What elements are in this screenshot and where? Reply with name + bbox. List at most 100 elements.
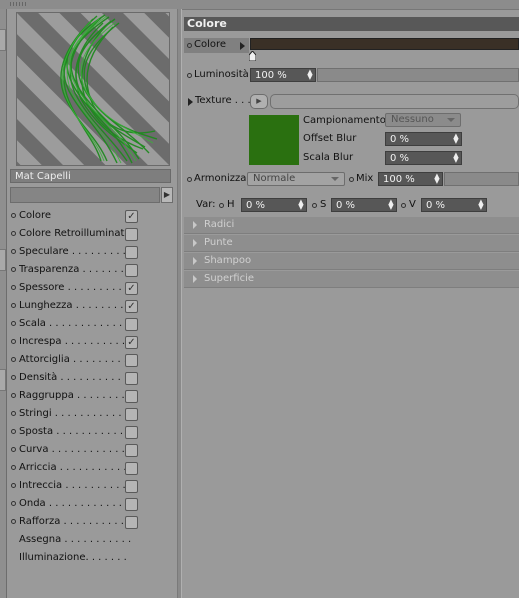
- channel-item[interactable]: Colore Retroilluminato: [11, 226, 176, 244]
- spin-arrows-icon[interactable]: ▲ ▼: [388, 199, 394, 211]
- channel-item[interactable]: Spessore . . . . . . . . . ✓: [11, 280, 176, 298]
- animate-dot-icon: [11, 357, 16, 362]
- hue-label: H: [227, 199, 235, 210]
- channel-item[interactable]: Trasparenza . . . . . . .: [11, 262, 176, 280]
- mix-slider[interactable]: [444, 172, 519, 186]
- spin-arrows-icon[interactable]: ▲ ▼: [307, 69, 313, 81]
- spin-arrows-icon[interactable]: ▲ ▼: [478, 199, 484, 211]
- channel-label: Illuminazione. . . . . . . .: [19, 552, 131, 563]
- collapsed-triangle-icon: [193, 275, 197, 283]
- sampling-label: Campionamento: [303, 115, 386, 126]
- spin-arrows-icon[interactable]: ▲ ▼: [453, 152, 459, 164]
- channel-label: Sposta . . . . . . . . . . .: [19, 426, 124, 437]
- channel-item[interactable]: Intreccia . . . . . . . . . .: [11, 478, 176, 496]
- channel-checkbox[interactable]: [125, 408, 138, 421]
- section-radici[interactable]: Radici: [184, 217, 519, 234]
- animate-dot-icon[interactable]: [401, 203, 406, 208]
- channel-item[interactable]: Sposta . . . . . . . . . . .: [11, 424, 176, 442]
- animate-dot-icon: [11, 339, 16, 344]
- channel-item[interactable]: Arriccia . . . . . . . . . . .: [11, 460, 176, 478]
- section-punte[interactable]: Punte: [184, 235, 519, 252]
- section-shampoo[interactable]: Shampoo: [184, 253, 519, 270]
- luminosity-input[interactable]: 100 % ▲ ▼: [250, 68, 316, 82]
- collapsed-triangle-icon: [193, 257, 197, 265]
- animate-dot-icon: [11, 249, 16, 254]
- channel-label: Scala . . . . . . . . . . . .: [19, 318, 123, 329]
- texture-field[interactable]: [270, 94, 519, 109]
- section-superficie[interactable]: Superficie: [184, 271, 519, 288]
- animate-dot-icon[interactable]: [187, 73, 192, 78]
- hue-input[interactable]: 0 % ▲ ▼: [241, 198, 307, 212]
- spin-arrows-icon[interactable]: ▲ ▼: [453, 133, 459, 145]
- play-arrow-icon[interactable]: ▶: [161, 187, 173, 203]
- grip-icon[interactable]: [10, 2, 26, 6]
- channel-item[interactable]: Increspa . . . . . . . . . . ✓: [11, 334, 176, 352]
- luminosity-slider[interactable]: [317, 68, 519, 82]
- animate-dot-icon[interactable]: [349, 177, 354, 182]
- edge-tab[interactable]: [0, 369, 6, 391]
- expand-triangle-icon[interactable]: [188, 98, 193, 106]
- channel-checkbox[interactable]: [125, 462, 138, 475]
- channel-checkbox[interactable]: [125, 264, 138, 277]
- sampling-dropdown[interactable]: Nessuno: [385, 113, 461, 127]
- animate-dot-icon[interactable]: [187, 177, 192, 182]
- channel-checkbox[interactable]: ✓: [125, 336, 138, 349]
- channel-item[interactable]: Attorciglia . . . . . . . . .: [11, 352, 176, 370]
- channel-checkbox[interactable]: ✓: [125, 210, 138, 223]
- channel-label: Onda . . . . . . . . . . . .: [19, 498, 122, 509]
- channel-label: Assegna . . . . . . . . . . .: [19, 534, 131, 545]
- channel-item[interactable]: Raggruppa . . . . . . . .: [11, 388, 176, 406]
- channel-checkbox[interactable]: [125, 354, 138, 367]
- edge-tab[interactable]: [0, 249, 6, 271]
- channel-checkbox[interactable]: [125, 480, 138, 493]
- mix-input[interactable]: 100 % ▲ ▼: [378, 172, 443, 186]
- channel-item[interactable]: Onda . . . . . . . . . . . .: [11, 496, 176, 514]
- saturation-input[interactable]: 0 % ▲ ▼: [331, 198, 397, 212]
- animate-dot-icon[interactable]: [219, 203, 224, 208]
- material-name-field[interactable]: Mat Capelli: [10, 169, 171, 183]
- panel-divider[interactable]: [177, 9, 182, 598]
- channel-checkbox[interactable]: [125, 444, 138, 457]
- color-bar[interactable]: [250, 38, 519, 50]
- value-input[interactable]: 0 % ▲ ▼: [421, 198, 487, 212]
- channel-checkbox[interactable]: [125, 498, 138, 511]
- luminosity-row: Luminosità 100 % ▲ ▼: [184, 68, 519, 84]
- channel-checkbox[interactable]: [125, 228, 138, 241]
- animate-dot-icon[interactable]: [312, 203, 317, 208]
- channel-item[interactable]: Scala . . . . . . . . . . . .: [11, 316, 176, 334]
- spin-arrows-icon[interactable]: ▲ ▼: [434, 173, 440, 185]
- channel-checkbox[interactable]: [125, 372, 138, 385]
- channel-item[interactable]: Stringi . . . . . . . . . . . .: [11, 406, 176, 424]
- gradient-knot-icon[interactable]: [248, 50, 257, 62]
- harmonize-dropdown[interactable]: Normale: [247, 172, 345, 186]
- section-title: Colore: [184, 17, 519, 31]
- channel-checkbox[interactable]: [125, 318, 138, 331]
- scale-blur-input[interactable]: 0 % ▲ ▼: [385, 151, 462, 165]
- channel-item[interactable]: Speculare . . . . . . . . .: [11, 244, 176, 262]
- edge-tab[interactable]: [0, 29, 6, 51]
- texture-menu-button[interactable]: ▶: [250, 94, 268, 109]
- channel-checkbox[interactable]: ✓: [125, 300, 138, 313]
- channel-checkbox[interactable]: ✓: [125, 282, 138, 295]
- harmonize-row: Armonizza Normale Mix 100 % ▲ ▼: [184, 172, 519, 188]
- animate-dot-icon: [11, 429, 16, 434]
- channel-checkbox[interactable]: [125, 516, 138, 529]
- channel-checkbox[interactable]: [125, 246, 138, 259]
- spin-arrows-icon[interactable]: ▲ ▼: [298, 199, 304, 211]
- material-preview[interactable]: [16, 12, 170, 166]
- channel-item[interactable]: Colore ✓: [11, 208, 176, 226]
- filter-input[interactable]: [10, 187, 160, 203]
- expand-triangle-icon[interactable]: [240, 42, 245, 50]
- channel-checkbox[interactable]: [125, 390, 138, 403]
- channel-item[interactable]: Densità . . . . . . . . . . .: [11, 370, 176, 388]
- channel-item[interactable]: Curva . . . . . . . . . . . .: [11, 442, 176, 460]
- channel-item[interactable]: Illuminazione. . . . . . . .: [11, 550, 176, 568]
- channel-item[interactable]: Rafforza . . . . . . . . . . .: [11, 514, 176, 532]
- channel-item[interactable]: Assegna . . . . . . . . . . .: [11, 532, 176, 550]
- channel-item[interactable]: Lunghezza . . . . . . . . ✓: [11, 298, 176, 316]
- animate-dot-icon[interactable]: [187, 43, 192, 48]
- value-label: V: [409, 199, 416, 210]
- section-label: Radici: [204, 219, 235, 230]
- offset-blur-input[interactable]: 0 % ▲ ▼: [385, 132, 462, 146]
- channel-checkbox[interactable]: [125, 426, 138, 439]
